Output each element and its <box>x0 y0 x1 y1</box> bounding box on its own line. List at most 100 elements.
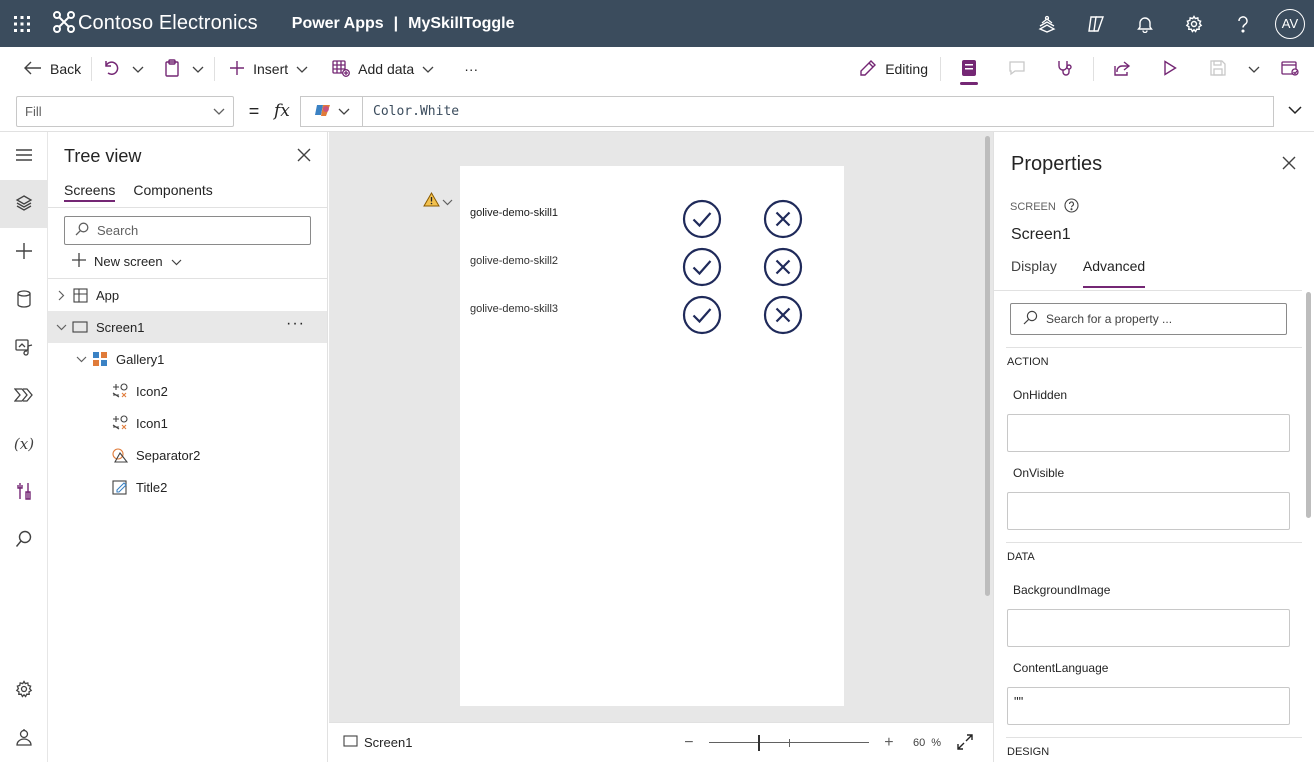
paste-dropdown-button[interactable] <box>186 53 210 85</box>
gallery-row[interactable]: golive-demo-skill3 <box>460 290 844 338</box>
rail-insert-button[interactable] <box>0 228 48 276</box>
more-options-icon[interactable]: ··· <box>286 316 305 332</box>
rail-data-button[interactable] <box>0 276 48 324</box>
tree-item-icon2[interactable]: Icon2 <box>48 375 327 407</box>
fx-icon: fx <box>274 101 290 121</box>
more-commands-button[interactable]: ··· <box>458 53 484 85</box>
tree-item-screen1[interactable]: Screen1 ··· <box>48 311 327 343</box>
check-circle-icon[interactable] <box>682 199 722 239</box>
tree-item-app[interactable]: App <box>48 279 327 311</box>
expand-formula-chevron-icon[interactable] <box>1288 103 1302 118</box>
zoom-out-button[interactable]: − <box>677 734 701 752</box>
rail-media-button[interactable] <box>0 324 48 372</box>
app-checker-button[interactable] <box>1041 47 1089 91</box>
screen1-artboard[interactable]: golive-demo-skill1 golive-demo-skill2 go… <box>460 166 844 706</box>
app-name[interactable]: MySkillToggle <box>408 15 514 33</box>
zoom-in-button[interactable]: + <box>877 734 901 752</box>
rail-search-button[interactable] <box>0 516 48 564</box>
copilot-formula-button[interactable] <box>301 96 363 126</box>
chevron-down-icon[interactable] <box>74 356 88 363</box>
app-checker-notes-button[interactable] <box>945 47 993 91</box>
property-dropdown[interactable]: Fill <box>16 95 234 127</box>
gallery-row[interactable]: golive-demo-skill2 <box>460 242 844 290</box>
gallery-icon <box>90 351 110 367</box>
rail-variables-button[interactable]: (x) <box>0 420 48 468</box>
settings-gear-icon[interactable] <box>1169 0 1218 47</box>
tree-item-title2[interactable]: Title2 <box>48 471 327 503</box>
help-circle-icon[interactable] <box>1064 198 1079 216</box>
notifications-bell-icon[interactable] <box>1120 0 1169 47</box>
tree-search-input[interactable]: Search <box>64 216 311 245</box>
warning-indicator[interactable] <box>423 191 453 210</box>
publish-button[interactable] <box>1266 47 1314 91</box>
command-bar: Back Insert Add data ··· Editing <box>0 47 1314 91</box>
chevron-down-icon[interactable] <box>54 324 68 331</box>
undo-dropdown-button[interactable] <box>126 53 150 85</box>
help-question-icon[interactable] <box>1218 0 1267 47</box>
user-avatar[interactable]: AV <box>1275 8 1305 39</box>
close-icon[interactable] <box>1282 156 1296 173</box>
add-data-button[interactable]: Add data <box>326 53 440 85</box>
insert-button[interactable]: Insert <box>223 53 314 85</box>
property-input-onvisible[interactable] <box>1007 492 1290 530</box>
divider <box>1006 542 1302 543</box>
gallery-row[interactable]: golive-demo-skill1 <box>460 194 844 242</box>
property-input-onhidden[interactable] <box>1007 414 1290 452</box>
tree-item-gallery1[interactable]: Gallery1 <box>48 343 327 375</box>
tree-item-icon1[interactable]: Icon1 <box>48 407 327 439</box>
environment-icon[interactable] <box>1022 0 1071 47</box>
save-dropdown-button[interactable] <box>1242 47 1266 91</box>
properties-panel: Properties SCREEN Screen1 Display Advanc… <box>993 132 1314 762</box>
design-canvas[interactable]: golive-demo-skill1 golive-demo-skill2 go… <box>329 132 993 722</box>
app-launcher-icon[interactable] <box>0 0 44 47</box>
new-screen-button[interactable]: New screen <box>48 245 327 279</box>
rail-advanced-tools-button[interactable] <box>0 468 48 516</box>
rail-menu-button[interactable] <box>0 132 48 180</box>
copilot-color-icon <box>314 101 332 122</box>
preview-play-button[interactable] <box>1146 47 1194 91</box>
tab-components[interactable]: Components <box>133 180 212 208</box>
canvas-scrollbar[interactable] <box>985 136 990 596</box>
chevron-right-icon[interactable] <box>54 290 68 301</box>
property-search-input[interactable]: Search for a property ... <box>1010 303 1287 335</box>
property-input-backgroundimage[interactable] <box>1007 609 1290 647</box>
check-circle-icon[interactable] <box>682 295 722 335</box>
tree-item-separator2[interactable]: Separator2 <box>48 439 327 471</box>
comments-button[interactable] <box>993 47 1041 91</box>
power-automate-icon <box>13 387 34 406</box>
formula-text[interactable]: Color.White <box>373 104 459 119</box>
zoom-value[interactable]: 60 <box>913 737 925 749</box>
cancel-circle-icon[interactable] <box>763 295 803 335</box>
rail-virtual-agent-button[interactable] <box>0 714 48 762</box>
footer-screen-selector[interactable]: Screen1 <box>343 735 412 750</box>
cancel-circle-icon[interactable] <box>763 199 803 239</box>
cancel-circle-icon[interactable] <box>763 247 803 287</box>
rail-tree-view-button[interactable] <box>0 180 48 228</box>
equals-sign: = <box>248 100 260 121</box>
property-input-contentlanguage[interactable]: "" <box>1007 687 1290 725</box>
properties-scrollbar[interactable] <box>1306 292 1311 518</box>
close-icon[interactable] <box>297 148 311 165</box>
share-button[interactable] <box>1098 47 1146 91</box>
zoom-slider[interactable] <box>708 733 869 753</box>
tab-screens[interactable]: Screens <box>64 180 116 208</box>
check-circle-icon[interactable] <box>682 247 722 287</box>
fit-to-window-icon[interactable] <box>957 733 973 753</box>
zoom-slider-thumb[interactable] <box>757 735 760 751</box>
org-brand[interactable]: Contoso Electronics <box>52 10 258 37</box>
selected-control-name[interactable]: Screen1 <box>1011 226 1314 248</box>
tab-display[interactable]: Display <box>1011 258 1057 282</box>
back-button[interactable]: Back <box>18 53 87 85</box>
tab-advanced[interactable]: Advanced <box>1082 258 1146 288</box>
settings-gear-icon <box>15 679 33 701</box>
org-name: Contoso Electronics <box>78 12 258 34</box>
property-search-placeholder: Search for a property ... <box>1046 312 1173 326</box>
copilot-icon[interactable] <box>1071 0 1120 47</box>
rail-settings-button[interactable] <box>0 666 48 714</box>
rail-power-automate-button[interactable] <box>0 372 48 420</box>
editing-mode-button[interactable]: Editing <box>853 53 934 85</box>
formula-input[interactable]: Color.White <box>300 95 1274 127</box>
save-button[interactable] <box>1194 47 1242 91</box>
paste-button[interactable] <box>158 53 186 85</box>
undo-button[interactable] <box>96 53 126 85</box>
